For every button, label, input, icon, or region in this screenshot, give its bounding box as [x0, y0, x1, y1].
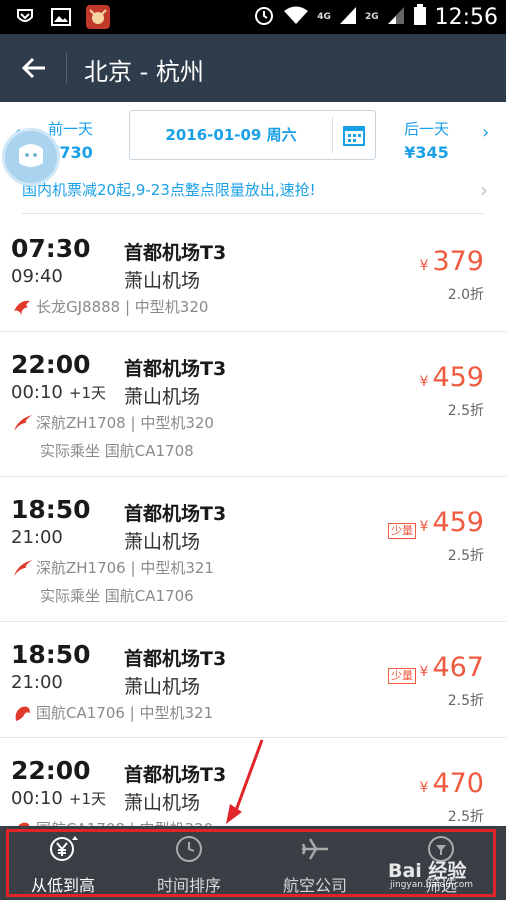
flight-price: ¥470: [419, 768, 484, 799]
annotation-arrow-icon: [226, 739, 264, 824]
discount-label: 2.5折: [447, 693, 484, 709]
departure-time: 22:00: [11, 756, 91, 785]
arrival-airport: 萧山机场: [124, 676, 201, 698]
airline-text: 深航ZH1706 | 中型机321: [36, 559, 214, 577]
wifi-icon: [283, 5, 309, 29]
departure-airport: 首都机场T3: [124, 242, 227, 264]
departure-time: 22:00: [11, 350, 91, 379]
promo-banner[interactable]: 国内机票减20起,9-23点整点限量放出,速抢! ›: [0, 168, 506, 216]
actual-carrier: 实际乘坐 国航CA1708: [40, 442, 194, 460]
calendar-icon[interactable]: [342, 123, 366, 147]
airline-text: 深航ZH1708 | 中型机320: [36, 414, 214, 432]
status-bar: 4G 2G 12:56: [0, 0, 506, 34]
flight-row[interactable]: 18:50 21:00 首都机场T3 萧山机场 深航ZH1706 | 中型机32…: [0, 477, 506, 622]
departure-airport: 首都机场T3: [124, 648, 227, 670]
date-picker[interactable]: 2016-01-09 周六: [129, 110, 376, 160]
chevron-right-icon: ›: [480, 178, 488, 202]
next-day-button[interactable]: 后一天 ¥345: [404, 118, 449, 162]
flight-price: ¥459: [419, 507, 484, 538]
promo-text: 国内机票减20起,9-23点整点限量放出,速抢!: [22, 181, 316, 199]
arrival-time: 00:10 +1天: [11, 382, 106, 403]
airline-phoenix-logo-icon: [15, 706, 30, 721]
title-divider: [66, 52, 67, 84]
flight-row[interactable]: 18:50 21:00 首都机场T3 萧山机场 国航CA1706 | 中型机32…: [0, 622, 506, 738]
actual-carrier: 实际乘坐 国航CA1706: [40, 587, 194, 605]
airline-info: 国航CA1708 | 中型机320: [12, 818, 213, 826]
signal-icon: [339, 5, 357, 29]
airline-text: 国航CA1706 | 中型机321: [36, 704, 214, 722]
airline-info: 深航ZH1708 | 中型机320: [12, 412, 214, 433]
app-notification-icon: [86, 5, 110, 29]
flight-row[interactable]: 22:00 00:10 +1天 首都机场T3 萧山机场 深航ZH1708 | 中型…: [0, 332, 506, 477]
airline-dragon-logo-icon: [14, 300, 30, 315]
back-arrow-icon: [21, 57, 45, 79]
discount-label: 2.5折: [447, 548, 484, 564]
airline-phoenix-logo-icon: [17, 822, 30, 826]
departure-airport: 首都机场T3: [124, 358, 227, 380]
date-divider: [332, 117, 333, 153]
departure-time: 18:50: [11, 640, 91, 669]
date-bar: ‹ 前一天 ¥730 2016-01-09 周六 后一天 ¥345 ›: [0, 102, 506, 168]
limited-seats-badge: 少量: [388, 668, 416, 684]
watermark-sub: jingyan.baidu.com: [390, 880, 474, 890]
flight-row[interactable]: 07:30 09:40 首都机场T3 萧山机场 长龙GJ8888 | 中型机32…: [0, 216, 506, 332]
next-day-label: 后一天: [404, 120, 450, 138]
arrival-airport: 萧山机场: [124, 386, 201, 408]
chevron-right-icon[interactable]: ›: [482, 122, 489, 143]
departure-airport: 首都机场T3: [124, 503, 227, 525]
flight-price: ¥467: [419, 652, 484, 683]
assistant-bubble-icon[interactable]: [2, 128, 60, 186]
next-day-price: ¥345: [404, 143, 449, 162]
airline-info: 深航ZH1706 | 中型机321: [12, 557, 214, 578]
limited-seats-badge: 少量: [388, 523, 416, 539]
flight-list[interactable]: 07:30 09:40 首都机场T3 萧山机场 长龙GJ8888 | 中型机32…: [0, 216, 506, 826]
network-type-1: 4G: [317, 11, 331, 22]
back-button[interactable]: [14, 50, 54, 86]
arrival-time: 09:40: [11, 266, 63, 287]
airline-bird-logo-icon: [14, 559, 32, 576]
discount-label: 2.5折: [447, 403, 484, 419]
arrival-time: 21:00: [11, 527, 63, 548]
departure-time: 07:30: [11, 234, 91, 263]
arrival-airport: 萧山机场: [124, 531, 201, 553]
arrival-time: 00:10 +1天: [11, 788, 106, 809]
selected-date: 2016-01-09 周六: [165, 126, 297, 144]
airline-bird-logo-icon: [14, 414, 32, 431]
shield-icon: [14, 6, 36, 28]
divider: [22, 213, 484, 214]
flight-price: ¥459: [419, 362, 484, 393]
network-type-2: 2G: [364, 11, 379, 22]
image-icon: [50, 6, 72, 28]
title-bar: 北京 - 杭州: [0, 34, 506, 102]
signal-weak-icon: [387, 5, 405, 29]
airline-text: 国航CA1708 | 中型机320: [36, 818, 213, 826]
departure-airport: 首都机场T3: [124, 764, 227, 786]
airline-text: 长龙GJ8888 | 中型机320: [36, 298, 209, 316]
discount-label: 2.0折: [447, 287, 484, 303]
arrival-airport: 萧山机场: [124, 792, 201, 814]
arrival-airport: 萧山机场: [124, 270, 201, 292]
arrival-time: 21:00: [11, 672, 63, 693]
clock-time: 12:56: [434, 4, 498, 30]
departure-time: 18:50: [11, 495, 91, 524]
page-title: 北京 - 杭州: [84, 58, 204, 86]
airline-info: 长龙GJ8888 | 中型机320: [12, 296, 208, 317]
alarm-icon: [253, 4, 275, 30]
battery-icon: [413, 4, 427, 30]
watermark-main: Bai 经验: [388, 860, 467, 882]
discount-label: 2.5折: [447, 809, 484, 825]
airline-info: 国航CA1706 | 中型机321: [12, 702, 213, 723]
baidu-watermark: Bai 经验 jingyan.baidu.com: [388, 850, 500, 890]
flight-price: ¥379: [419, 246, 484, 277]
